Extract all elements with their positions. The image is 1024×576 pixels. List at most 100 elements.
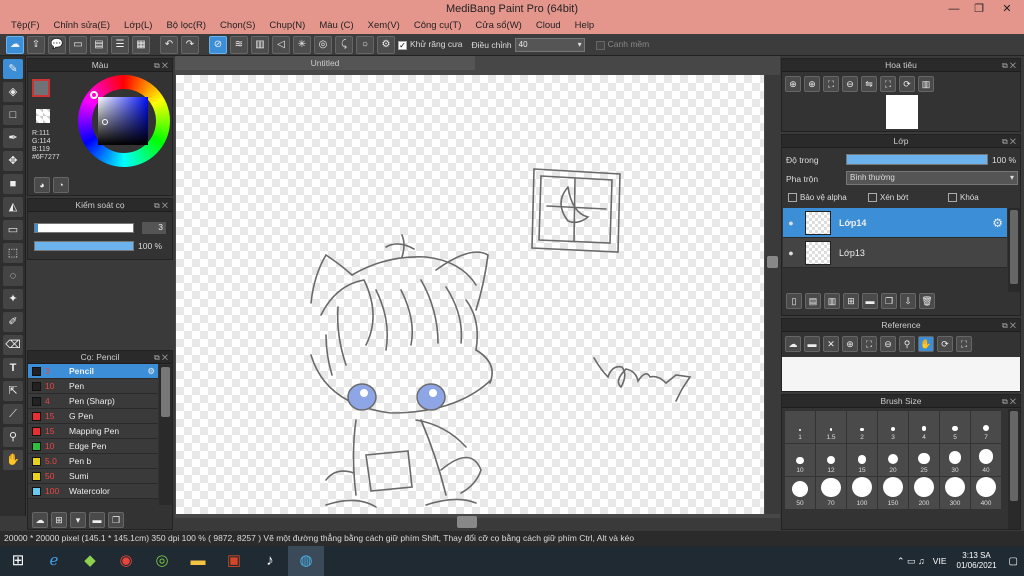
language-indicator[interactable]: VIE	[933, 556, 947, 566]
open-icon[interactable]: ▬	[804, 336, 820, 352]
layer-row[interactable]: ● Lớp13	[783, 238, 1007, 268]
color-set-icon[interactable]: ◔	[53, 177, 69, 193]
menu-file[interactable]: Tệp(F)	[4, 18, 47, 34]
brush-size-cell[interactable]: 70	[816, 477, 846, 509]
internet-explorer-icon[interactable]: ℯ	[36, 546, 72, 576]
redo-icon[interactable]: ↷	[181, 35, 199, 54]
clipping-checkbox[interactable]: Xén bớt	[868, 193, 908, 203]
lasso-tool-icon[interactable]: ◌	[3, 266, 23, 286]
zoom-out-icon[interactable]: ⊖	[880, 336, 896, 352]
text-tool-icon[interactable]: T	[3, 358, 23, 378]
brush-size-cell[interactable]: 25	[909, 444, 939, 476]
brush-menu-icon[interactable]: ▾	[70, 512, 86, 528]
brush-list-item[interactable]: 3 Pencil ⚙	[28, 364, 158, 379]
menu-color[interactable]: Màu (C)	[312, 18, 360, 34]
duplicate-layer-icon[interactable]: ❐	[881, 293, 897, 309]
add-layer-menu-icon[interactable]: ⊞	[843, 293, 859, 309]
brush-list-item[interactable]: 50 Sumi	[28, 469, 158, 484]
menu-snap[interactable]: Chụp(N)	[262, 18, 312, 34]
transparent-color-swatch[interactable]	[36, 109, 50, 123]
close-reference-icon[interactable]: ✕	[823, 336, 839, 352]
brush-size-cell[interactable]: 100	[847, 477, 877, 509]
brush-size-value[interactable]: 3	[142, 222, 166, 234]
brush-size-cell[interactable]: 400	[971, 477, 1001, 509]
zoom-in-icon[interactable]: ⊕	[842, 336, 858, 352]
menu-edit[interactable]: Chỉnh sửa(E)	[47, 18, 118, 34]
visibility-icon[interactable]: ●	[783, 218, 799, 228]
menu-cloud[interactable]: Cloud	[529, 18, 568, 34]
brush-size-cell[interactable]: 40	[971, 444, 1001, 476]
select-pen-tool-icon[interactable]: ✐	[3, 312, 23, 332]
menu-filter[interactable]: Bộ lọc(R)	[159, 18, 213, 34]
document-tab[interactable]: Untitled	[175, 56, 475, 70]
brush-size-cell[interactable]: 5	[940, 411, 970, 443]
app-green-icon[interactable]: ◎	[144, 546, 180, 576]
divide-tool-icon[interactable]: ⟋	[3, 404, 23, 424]
add-brush-icon[interactable]: ⊞	[51, 512, 67, 528]
select-eraser-tool-icon[interactable]: ⌫	[3, 335, 23, 355]
menu-window[interactable]: Cửa sổ(W)	[468, 18, 528, 34]
snap-off-icon[interactable]: ⊘	[209, 35, 227, 54]
list-icon[interactable]: ☰	[111, 35, 129, 54]
brush-list-item[interactable]: 10 Pen	[28, 379, 158, 394]
medibang-icon[interactable]: ◍	[288, 546, 324, 576]
navigator-preview[interactable]	[886, 95, 918, 129]
brush-size-cell[interactable]: 150	[878, 477, 908, 509]
brush-size-cell[interactable]: 1	[785, 411, 815, 443]
panel-float-icon[interactable]: ⧉ ✕	[154, 59, 168, 72]
rectangle-tool-icon[interactable]: □	[3, 105, 23, 125]
curve-snap-icon[interactable]: ⤹	[335, 35, 353, 54]
panel-float-icon[interactable]: ⧉ ✕	[1002, 135, 1016, 148]
brush-size-cell[interactable]: 15	[847, 444, 877, 476]
drawing-canvas[interactable]	[176, 75, 764, 514]
brush-size-cell[interactable]: 20	[878, 444, 908, 476]
folder-icon[interactable]: ▬	[89, 512, 105, 528]
bucket-tool-icon[interactable]: ◭	[3, 197, 23, 217]
tray-icons[interactable]: ⌃ ▭ ♫	[897, 556, 925, 567]
undo-icon[interactable]: ↶	[160, 35, 178, 54]
layer-row[interactable]: ● Lớp14 ⚙	[783, 208, 1007, 238]
actual-size-icon[interactable]: ⛶	[880, 76, 896, 92]
concentric-snap-icon[interactable]: ◎	[314, 35, 332, 54]
reference-cloud-icon[interactable]: ☁	[785, 336, 801, 352]
foreground-color-swatch[interactable]	[32, 79, 50, 97]
merge-layer-icon[interactable]: ⇩	[900, 293, 916, 309]
palette-icon[interactable]: ◕	[34, 177, 50, 193]
gear-icon[interactable]: ⚙	[992, 216, 1003, 230]
brush-size-cell[interactable]: 4	[909, 411, 939, 443]
page-icon[interactable]: ▤	[90, 35, 108, 54]
panel-float-icon[interactable]: ⧉ ✕	[154, 199, 168, 212]
correction-dropdown[interactable]: 40	[514, 37, 585, 52]
menu-select[interactable]: Chọn(S)	[213, 18, 262, 34]
file-explorer-icon[interactable]: ▬	[180, 546, 216, 576]
eyedropper-icon[interactable]: ⚲	[899, 336, 915, 352]
delete-layer-icon[interactable]: 🗑	[919, 293, 935, 309]
clock[interactable]: 3:13 SA 01/06/2021	[957, 551, 997, 571]
new-8bit-layer-icon[interactable]: ▥	[824, 293, 840, 309]
powerpoint-icon[interactable]: ▣	[216, 546, 252, 576]
menu-view[interactable]: Xem(V)	[361, 18, 407, 34]
brush-size-cell[interactable]: 300	[940, 477, 970, 509]
brush-list-scrollbar[interactable]	[159, 365, 172, 505]
color-handle[interactable]	[102, 119, 108, 125]
menu-layer[interactable]: Lớp(L)	[117, 18, 159, 34]
tiktok-icon[interactable]: ♪	[252, 546, 288, 576]
brush-size-slider[interactable]	[34, 223, 134, 233]
gear-icon[interactable]: ⚙	[147, 366, 155, 377]
bluestacks-icon[interactable]: ◆	[72, 546, 108, 576]
layers-icon[interactable]: ▦	[132, 35, 150, 54]
select-rect-tool-icon[interactable]: ⬚	[3, 243, 23, 263]
brush-list-item[interactable]: 15 Mapping Pen	[28, 424, 158, 439]
eraser-tool-icon[interactable]: ◈	[3, 82, 23, 102]
canvas-horizontal-scroll-thumb[interactable]	[457, 516, 477, 528]
brush-size-scrollbar[interactable]	[1008, 409, 1020, 529]
parallel-snap-icon[interactable]: ≋	[230, 35, 248, 54]
brush-list-item[interactable]: 10 Edge Pen	[28, 439, 158, 454]
grid-snap-icon[interactable]: ▥	[251, 35, 269, 54]
restore-button[interactable]: ❐	[965, 0, 993, 18]
visibility-icon[interactable]: ●	[783, 248, 799, 258]
brush-list-item[interactable]: 4 Pen (Sharp)	[28, 394, 158, 409]
chrome-icon[interactable]: ◉	[108, 546, 144, 576]
gradient-tool-icon[interactable]: ▭	[3, 220, 23, 240]
radial-snap-icon[interactable]: ✳	[293, 35, 311, 54]
